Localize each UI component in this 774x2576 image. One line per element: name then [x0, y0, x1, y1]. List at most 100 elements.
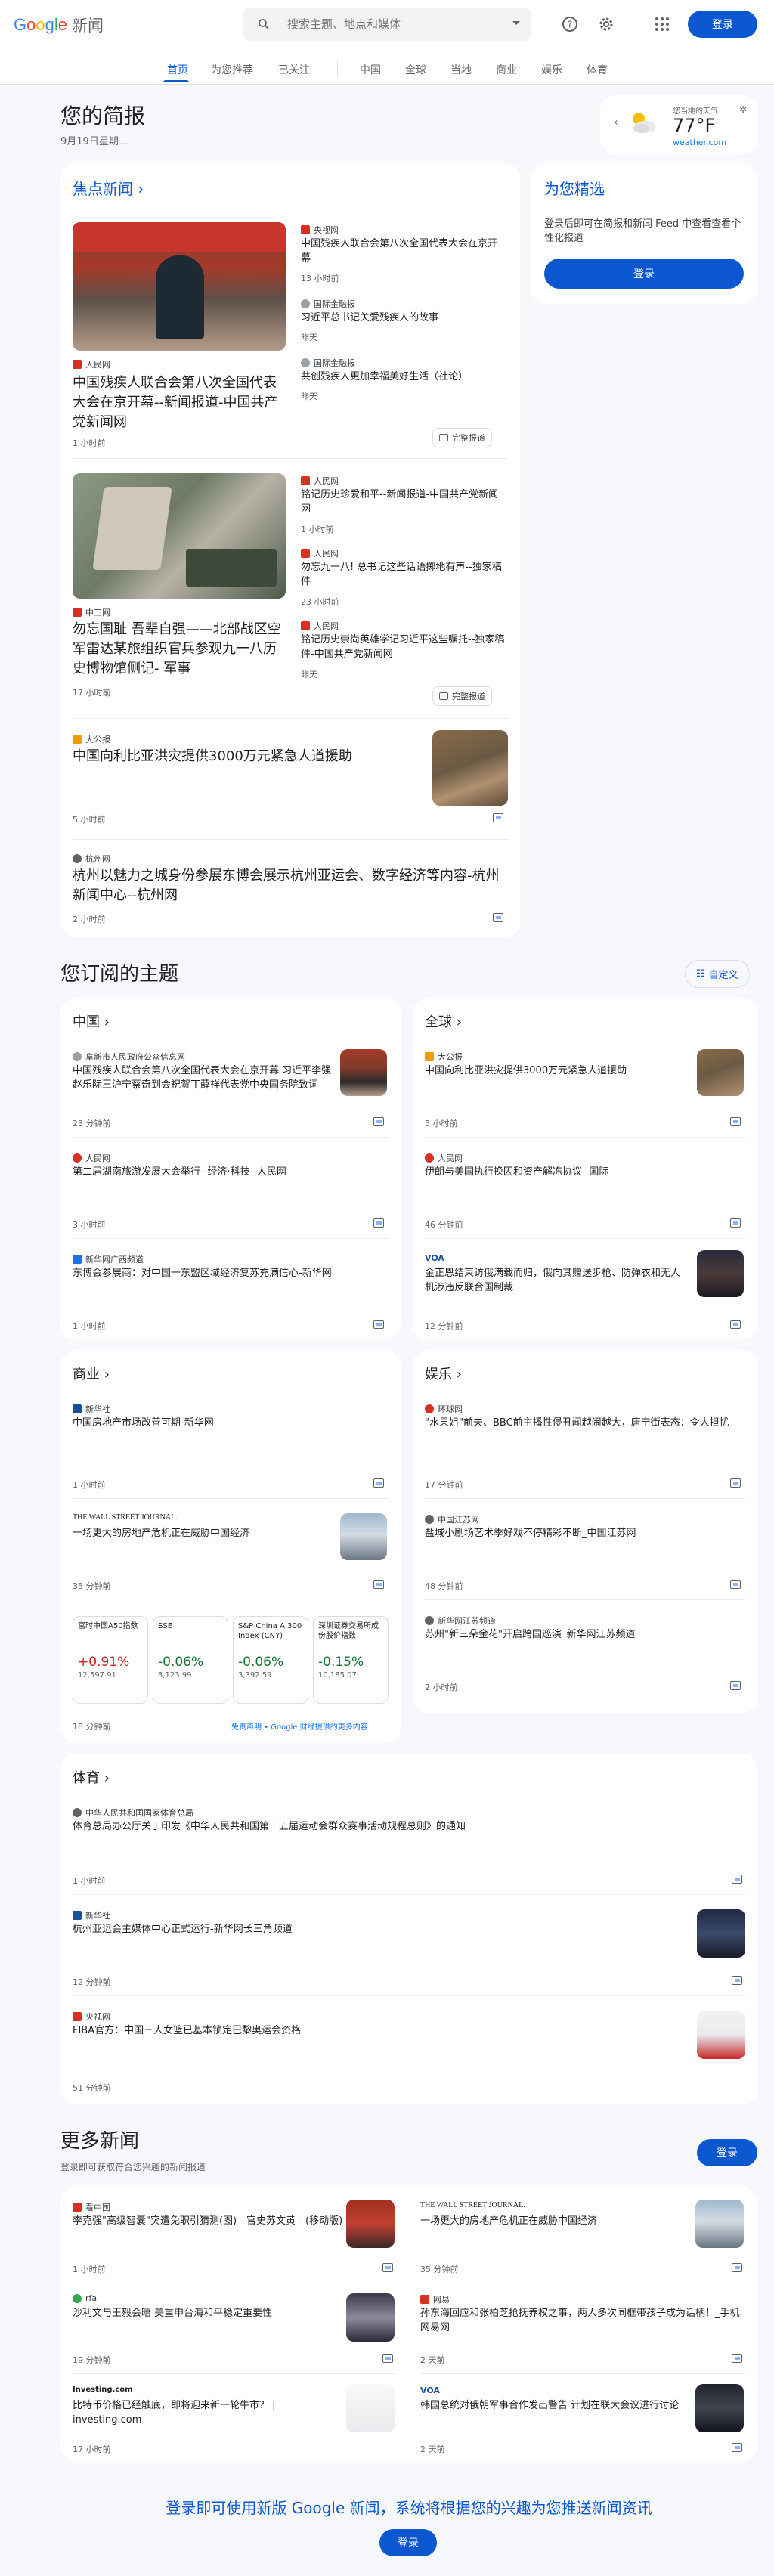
footer-signin-button[interactable]: 登录	[379, 2529, 437, 2556]
bookmark-icon[interactable]	[373, 1320, 384, 1329]
story-headline[interactable]: 孙东海回应和张柏芝抢抚养权之事，两人多次同框带孩子成为话柄！_手机网易网	[420, 2307, 745, 2336]
story-headline[interactable]: 勿忘九一八! 总书记这些话语掷地有声--独家稿件	[301, 561, 505, 590]
story-headline[interactable]: 中国残疾人联合会第八次全国代表大会在京开幕	[301, 237, 505, 266]
story-thumbnail[interactable]	[697, 1049, 744, 1096]
story-thumbnail[interactable]	[346, 2293, 395, 2342]
topic-title[interactable]: 全球 ›	[425, 1011, 462, 1031]
full-coverage-button[interactable]: 完整报道	[432, 428, 492, 447]
tab-for-you[interactable]: 为您推荐	[211, 62, 253, 77]
tab-china[interactable]: 中国	[360, 62, 381, 77]
bookmark-icon[interactable]	[382, 2354, 393, 2363]
stock-card[interactable]: 深圳证券交易所成份股价指数 -0.15% 10,185.07	[313, 1616, 389, 1704]
story-headline[interactable]: 杭州亚运会主媒体中心正式运行-新华网长三角频道	[73, 1923, 677, 1937]
topic-title[interactable]: 中国 ›	[73, 1011, 110, 1031]
tab-following[interactable]: 已关注	[278, 62, 310, 77]
story-headline[interactable]: 中国残疾人联合会第八次全国代表大会在京开幕 习近平李强赵乐际王沪宁蔡奇到会祝贺丁…	[73, 1064, 333, 1093]
gear-icon[interactable]	[597, 15, 615, 33]
story-headline[interactable]: 中国房地产市场改善可期-新华网	[73, 1416, 389, 1431]
more-news-signin-button[interactable]: 登录	[697, 2139, 757, 2166]
story-headline[interactable]: 韩国总统对俄朝军事合作发出警告 计划在联大会议进行讨论	[420, 2399, 692, 2413]
story-headline[interactable]: 共创残疾人更加幸福美好生活（社论）	[301, 370, 505, 385]
story-headline[interactable]: "水果姐"前夫、BBC前主播性侵丑闻越闹越大，唐宁街表态：令人担忧	[425, 1416, 745, 1431]
bookmark-icon[interactable]	[732, 2443, 742, 2452]
apps-grid-icon[interactable]	[653, 15, 671, 33]
story-image-flood[interactable]	[432, 730, 508, 806]
bookmark-icon[interactable]	[373, 1117, 384, 1126]
story-headline[interactable]: 第二届湖南旅游发展大会举行--经济·科技--人民网	[73, 1166, 389, 1180]
bookmark-icon[interactable]	[373, 1218, 384, 1228]
stock-card[interactable]: SSE -0.06% 3,123.99	[153, 1616, 228, 1704]
bookmark-icon[interactable]	[382, 2263, 393, 2272]
story-headline[interactable]: 铭记历史珍爱和平--新闻报道-中国共产党新闻网	[301, 488, 505, 517]
story-headline[interactable]: 杭州以魅力之城身份参展东博会展示杭州亚运会、数字经济等内容-杭州新闻中心--杭州…	[73, 866, 508, 906]
story-image-congress[interactable]	[73, 222, 286, 351]
help-icon[interactable]: ?	[561, 15, 579, 33]
chevron-down-icon[interactable]	[512, 21, 520, 25]
tab-sports[interactable]: 体育	[587, 62, 608, 77]
bookmark-icon[interactable]	[493, 913, 503, 922]
bookmark-icon[interactable]	[732, 2354, 742, 2363]
header-signin-button[interactable]: 登录	[688, 11, 757, 38]
story-headline[interactable]: 中国向利比亚洪灾提供3000万元紧急人道援助	[425, 1064, 685, 1079]
story-thumbnail[interactable]	[697, 1250, 744, 1297]
topic-title[interactable]: 体育 ›	[73, 1767, 110, 1787]
story-headline[interactable]: 东博会参展商：对中国一东盟区域经济复苏充满信心-新华网	[73, 1267, 389, 1281]
story-headline[interactable]: 中国残疾人联合会第八次全国代表大会在京开幕--新闻报道-中国共产党新闻网	[73, 373, 286, 432]
weather-settings-icon[interactable]: ✲	[739, 104, 747, 115]
story-headline[interactable]: FIBA官方：中国三人女篮已基本锁定巴黎奥运会资格	[73, 2024, 677, 2039]
picks-signin-button[interactable]: 登录	[544, 259, 744, 289]
story-headline[interactable]: 金正恩结束访俄满载而归，俄向其赠送步枪、防弹衣和无人机涉违反联合国制裁	[425, 1267, 685, 1296]
picks-title[interactable]: 为您精选	[544, 177, 605, 199]
story-image-museum[interactable]	[73, 473, 286, 599]
chevron-left-icon[interactable]: ‹	[614, 116, 618, 128]
bookmark-icon[interactable]	[732, 1976, 742, 1985]
story-thumbnail[interactable]	[340, 1513, 387, 1560]
weather-source[interactable]: weather.com	[673, 138, 726, 147]
bookmark-icon[interactable]	[493, 813, 503, 822]
tab-world[interactable]: 全球	[405, 62, 426, 77]
story-headline[interactable]: 李克强"高级智囊"突遭免职引猜测(图) - 官史苏文黄 - (移动版)	[73, 2215, 345, 2229]
story-headline[interactable]: 中国向利比亚洪灾提供3000万元紧急人道援助	[73, 747, 428, 766]
tab-entertainment[interactable]: 娱乐	[541, 62, 562, 77]
bookmark-icon[interactable]	[730, 1478, 741, 1488]
bookmark-icon[interactable]	[373, 1478, 384, 1488]
story-headline[interactable]: 一场更大的房地产危机正在威胁中国经济	[73, 1527, 333, 1541]
story-thumbnail[interactable]	[340, 1049, 387, 1096]
tab-home[interactable]: 首页	[167, 62, 188, 77]
tab-business[interactable]: 商业	[496, 62, 517, 77]
topic-title[interactable]: 娱乐 ›	[425, 1364, 462, 1383]
story-thumbnail[interactable]	[346, 2384, 395, 2432]
story-headline[interactable]: 习近平总书记关爱残疾人的故事	[301, 311, 505, 326]
tab-local[interactable]: 当地	[450, 62, 472, 77]
bookmark-icon[interactable]	[730, 1218, 741, 1228]
top-stories-title[interactable]: 焦点新闻 ›	[73, 177, 144, 199]
bookmark-icon[interactable]	[730, 1320, 741, 1329]
search-icon[interactable]	[257, 17, 271, 31]
story-headline[interactable]: 盐城小剧场艺术季好戏不停精彩不断_中国江苏网	[425, 1527, 745, 1541]
full-coverage-button[interactable]: 完整报道	[432, 686, 492, 706]
bookmark-icon[interactable]	[730, 1580, 741, 1589]
story-headline[interactable]: 苏州"新三朵金花"开启跨国巡演_新华网江苏频道	[425, 1628, 745, 1643]
story-headline[interactable]: 一场更大的房地产危机正在威胁中国经济	[420, 2215, 692, 2229]
weather-widget[interactable]: ‹ 您当地的天气 77°F weather.com ✲	[600, 95, 757, 154]
google-news-logo[interactable]: Google 新闻	[14, 14, 104, 36]
story-headline[interactable]: 体育总局办公厅关于印发《中华人民共和国第十五届运动会群众赛事活动规程总则》的通知	[73, 1820, 738, 1834]
bookmark-icon[interactable]	[732, 2263, 742, 2272]
finance-disclaimer-link[interactable]: 免责声明 • Google 财经提供的更多内容	[231, 1720, 368, 1732]
story-headline[interactable]: 铭记历史崇尚英雄学记习近平这些嘱托--独家稿件-中国共产党新闻网	[301, 633, 505, 662]
story-headline[interactable]: 勿忘国耻 吾辈自强——北部战区空军雷达某旅组织官兵参观九一八历史博物馆侧记- 军…	[73, 620, 286, 679]
bookmark-icon[interactable]	[730, 1681, 741, 1690]
story-thumbnail[interactable]	[695, 2384, 744, 2432]
bookmark-icon[interactable]	[732, 1875, 742, 1884]
search-box[interactable]	[243, 8, 531, 41]
story-headline[interactable]: 伊朗与美国执行换囚和资产解冻协议--国际	[425, 1166, 745, 1180]
story-thumbnail[interactable]	[697, 1909, 745, 1958]
stock-card[interactable]: 富时中国A50指数 +0.91% 12,597.91	[73, 1616, 148, 1704]
story-thumbnail[interactable]	[695, 2200, 744, 2248]
story-headline[interactable]: 比特币价格已经触底，即将迎来新一轮牛市？ | investing.com	[73, 2399, 345, 2428]
story-thumbnail[interactable]	[346, 2200, 395, 2248]
stock-card[interactable]: S&P China A 300 Index (CNY) -0.06% 3,392.5…	[233, 1616, 308, 1704]
story-thumbnail[interactable]	[697, 2011, 745, 2059]
search-input[interactable]	[287, 8, 499, 41]
bookmark-icon[interactable]	[730, 1117, 741, 1126]
